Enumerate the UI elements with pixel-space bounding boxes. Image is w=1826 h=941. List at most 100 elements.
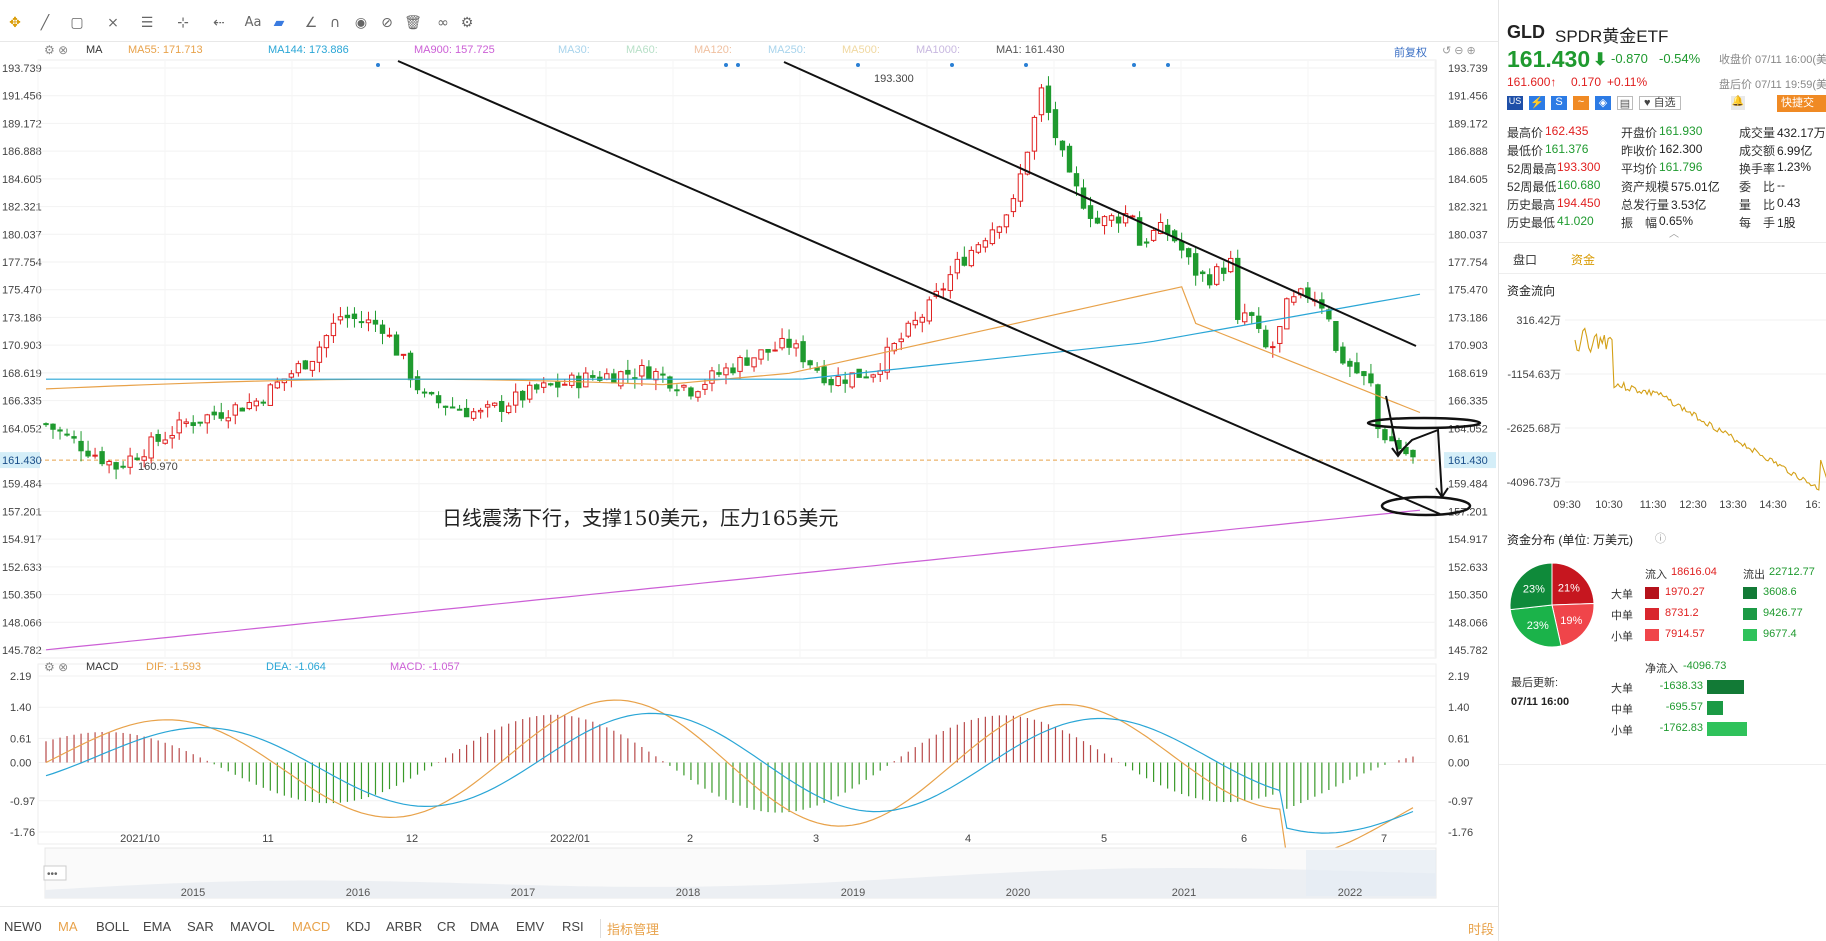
candle-body	[358, 321, 365, 324]
indicator-macd[interactable]: MACD	[292, 919, 330, 934]
candle-body	[954, 258, 961, 274]
indicator-cr[interactable]: CR	[437, 919, 456, 934]
watchlist-button[interactable]: ♥ 自选	[1639, 96, 1681, 110]
settings-icon[interactable]: ⚙ ⊗	[44, 43, 68, 57]
candle-body	[155, 433, 161, 442]
candle-body	[1052, 109, 1059, 139]
bell-icon[interactable]: 🔔	[1731, 96, 1745, 110]
watchlist-label: 自选	[1653, 97, 1676, 109]
tag-icon[interactable]: ◈	[1595, 96, 1611, 110]
candle-body	[120, 465, 126, 468]
updated-time: 07/11 16:00	[1511, 696, 1570, 708]
option-icon[interactable]: ~	[1573, 96, 1589, 110]
zoom-controls[interactable]: ↺ ⊖ ⊕	[1442, 44, 1476, 60]
margin-icon[interactable]: ⚡	[1529, 96, 1545, 110]
macd-label[interactable]: MACD	[86, 661, 118, 677]
indicator-boll[interactable]: BOLL	[96, 919, 129, 934]
capital-flow-chart[interactable]: 316.42万 -1154.63万 -2625.68万 -4096.73万 09:30 1…	[1499, 300, 1826, 530]
overview-year: 2015	[181, 887, 205, 899]
candle-body	[1038, 87, 1045, 116]
ma250-value: MA250:	[768, 44, 806, 56]
net-inflow-label: 净流入	[1645, 663, 1678, 675]
candle-body	[548, 383, 554, 386]
candle-body	[260, 401, 267, 404]
candle-body	[968, 249, 975, 267]
indicator-kdj[interactable]: KDJ	[346, 919, 371, 934]
short-icon[interactable]: S	[1551, 96, 1567, 110]
indicator-mavol[interactable]: MAVOL	[230, 919, 275, 934]
candle-body	[730, 367, 736, 374]
indicator-new0[interactable]: NEW0	[4, 919, 42, 934]
stat-label: 52周最高	[1507, 162, 1557, 176]
indicator-emv[interactable]: EMV	[516, 919, 544, 934]
candle-body	[477, 409, 484, 413]
candle-body	[246, 402, 252, 410]
stat-value: 161.930	[1659, 124, 1703, 138]
event-marker	[1024, 63, 1028, 67]
macd-tick-right: 1.40	[1448, 702, 1469, 714]
tab-capital[interactable]: 资金	[1571, 251, 1595, 268]
price-tick-right: 173.186	[1448, 312, 1488, 324]
candle-body	[1354, 362, 1360, 374]
after-hours-price: 161.600↑	[1507, 75, 1557, 89]
us-flag-icon: US	[1507, 96, 1523, 110]
macd-settings-icon[interactable]: ⚙ ⊗	[44, 660, 68, 674]
indicator-rsi[interactable]: RSI	[562, 919, 584, 934]
stat-label: 历史最低	[1507, 216, 1556, 230]
flow-xtick: 16:	[1805, 499, 1820, 511]
ma1-value: MA1: 161.430	[996, 44, 1065, 56]
candle-body	[274, 381, 281, 389]
ma30-value: MA30:	[558, 44, 590, 56]
candle-body	[772, 349, 778, 352]
candle-body	[463, 407, 470, 418]
indicator-ma[interactable]: MA	[58, 919, 78, 934]
macd-tick-right: -1.76	[1448, 827, 1473, 839]
candle-body	[625, 369, 631, 375]
ma120-value: MA120:	[694, 44, 732, 56]
indicator-manage-button[interactable]: 指标管理	[600, 919, 659, 938]
candle-body	[695, 391, 701, 398]
indicator-dma[interactable]: DMA	[470, 919, 499, 934]
candle-body	[1263, 329, 1269, 348]
macd-tick-left: 0.00	[10, 757, 31, 769]
quote-sidebar: GLD SPDR黄金ETF 161.430 ⬇ -0.870 -0.54% 收盘…	[1498, 0, 1826, 941]
note-icon[interactable]: ▤	[1617, 96, 1633, 110]
candle-body	[183, 421, 189, 424]
price-chart[interactable]: 193.739 193.739 191.456 191.456 189.172 189.1…	[0, 0, 1498, 906]
candle-body	[421, 391, 428, 394]
adjust-button[interactable]: 前复权	[1394, 44, 1427, 60]
candle-body	[1192, 253, 1199, 276]
price-tick-left: 175.470	[2, 285, 42, 297]
distribution-pie[interactable]: 21% 19% 23% 23%	[1507, 560, 1597, 650]
net-row-name: 中单	[1611, 704, 1633, 716]
price-tick-right: 154.917	[1448, 534, 1488, 546]
stat-value: 162.300	[1659, 142, 1703, 156]
candle-body	[835, 375, 841, 387]
candle-body	[470, 411, 477, 419]
candle-body	[1249, 312, 1255, 316]
candle-body	[1206, 274, 1213, 286]
help-icon[interactable]: ⓘ	[1655, 530, 1666, 546]
dist-row-name: 中单	[1611, 610, 1633, 622]
candle-body	[1389, 436, 1395, 442]
candle-body	[1178, 240, 1185, 251]
price-tick-left: 170.903	[2, 340, 42, 352]
candle-body	[534, 384, 540, 390]
distribution-title: 资金分布 (单位: 万美元)	[1507, 533, 1633, 547]
price-tick-right: 193.739	[1448, 63, 1488, 75]
candle-body	[1347, 360, 1353, 367]
candle-body	[1101, 216, 1108, 227]
indicator-sar[interactable]: SAR	[187, 919, 214, 934]
indicator-arbr[interactable]: ARBR	[386, 919, 422, 934]
divider	[1499, 764, 1826, 765]
ma-label[interactable]: MA	[86, 44, 103, 60]
quick-trade-button[interactable]: 快捷交	[1777, 95, 1826, 112]
candle-body	[604, 373, 610, 380]
analysis-comment: 日线震荡下行，支撑150美元，压力165美元	[442, 506, 839, 530]
period-button[interactable]: 时段	[1468, 919, 1494, 938]
indicator-ema[interactable]: EMA	[143, 919, 171, 934]
tab-orderbook[interactable]: 盘口	[1513, 251, 1537, 268]
candle-body	[1291, 296, 1297, 303]
collapse-chevron-icon[interactable]: ︿	[1669, 225, 1679, 240]
stat-label: 总发行量	[1621, 198, 1670, 212]
